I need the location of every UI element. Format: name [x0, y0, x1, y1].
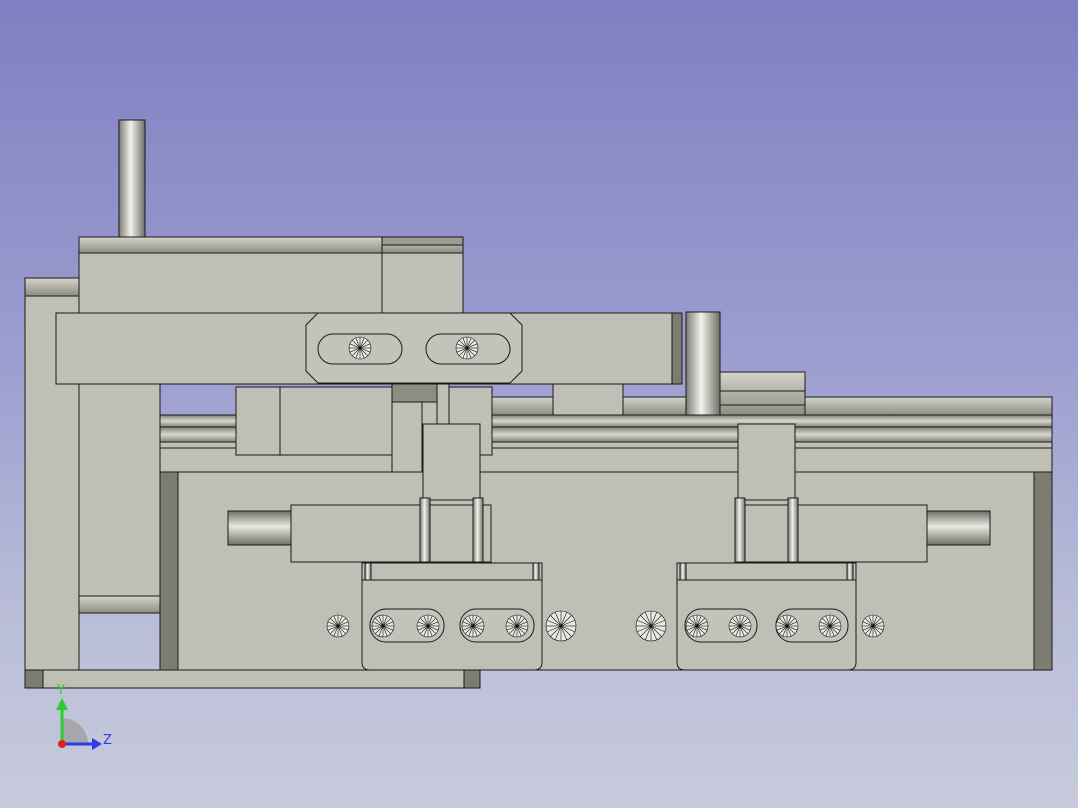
z-axis-arrow [92, 738, 102, 750]
main-housing [159, 469, 1053, 671]
screw-head [775, 614, 799, 638]
cylinder-left [290, 504, 492, 563]
screw-head [461, 614, 485, 638]
screw-head [455, 336, 479, 360]
axis-indicator[interactable]: Y Z [40, 680, 130, 770]
screw-head [818, 614, 842, 638]
screw-head [861, 614, 885, 638]
vertical-rod [118, 119, 146, 239]
left-slider-column [436, 383, 450, 427]
screw-head [505, 614, 529, 638]
shaft-right [925, 510, 991, 546]
screw-head [416, 614, 440, 638]
screw-head [371, 614, 395, 638]
right-post [685, 311, 721, 416]
y-axis-arrow [56, 698, 68, 710]
screw-head [635, 610, 667, 642]
screw-head [326, 614, 350, 638]
screw-head [545, 610, 577, 642]
z-axis-label: Z [103, 733, 112, 748]
screw-head [728, 614, 752, 638]
shaft-left [227, 510, 293, 546]
cylinder-right [741, 504, 928, 563]
cad-model[interactable] [0, 0, 1078, 808]
screw-head [685, 614, 709, 638]
y-axis-label: Y [56, 683, 65, 698]
3d-viewport[interactable]: Y Z [0, 0, 1078, 808]
x-axis-dot [58, 740, 66, 748]
screw-head [348, 336, 372, 360]
right-slider-column [737, 423, 796, 501]
